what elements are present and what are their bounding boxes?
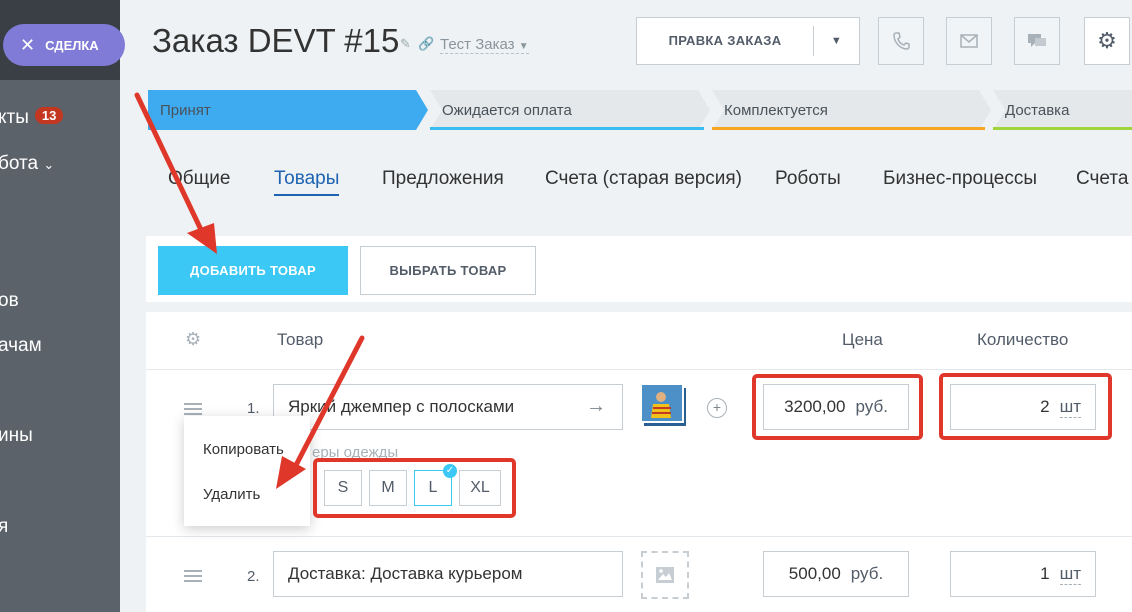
unit-selector[interactable]: шт xyxy=(1059,564,1081,585)
counter-badge: 13 xyxy=(34,107,64,124)
stage-accepted[interactable]: Принят xyxy=(148,90,211,130)
checkmark-icon: ✓ xyxy=(443,464,457,478)
add-product-button[interactable]: ДОБАВИТЬ ТОВАР xyxy=(158,246,348,295)
arrow-right-icon[interactable]: → xyxy=(586,395,606,418)
currency-label: руб. xyxy=(855,397,888,416)
product-name-text: Доставка: Доставка курьером xyxy=(288,564,523,583)
stage-shapes xyxy=(148,90,1132,130)
close-icon: ✕ xyxy=(20,34,36,55)
row-context-menu: Копировать Удалить xyxy=(184,416,310,526)
email-button[interactable] xyxy=(946,17,992,65)
subtitle-text: Тест Заказ xyxy=(440,36,515,53)
size-option-m[interactable]: M xyxy=(369,470,407,506)
tab-business-processes[interactable]: Бизнес-процессы xyxy=(883,168,1037,190)
dropdown-arrow-icon[interactable]: ▼ xyxy=(814,35,859,47)
image-placeholder[interactable] xyxy=(641,551,689,599)
tab-robots[interactable]: Роботы xyxy=(775,168,841,190)
quantity-input[interactable]: 1 шт xyxy=(950,551,1096,597)
sidebar-item-3[interactable]: ов xyxy=(0,290,19,312)
column-header-price[interactable]: Цена xyxy=(842,330,883,350)
gear-icon[interactable]: ⚙ xyxy=(185,329,201,350)
deal-button[interactable]: ✕ СДЕЛКА xyxy=(3,24,125,66)
tab-products[interactable]: Товары xyxy=(274,168,340,196)
chevron-down-icon: ⌄ xyxy=(43,157,55,172)
product-thumbnail[interactable] xyxy=(640,382,689,430)
sidebar-item-6[interactable]: я xyxy=(0,516,8,538)
edit-order-label: ПРАВКА ЗАКАЗА xyxy=(637,26,814,56)
tab-general[interactable]: Общие xyxy=(168,168,230,190)
sizes-label: еры одежды xyxy=(312,444,399,461)
row-number: 1. xyxy=(247,400,260,417)
row-number: 2. xyxy=(247,568,260,585)
settings-button[interactable]: ⚙ xyxy=(1084,17,1130,65)
phone-icon xyxy=(893,32,910,50)
price-input[interactable]: 3200,00 руб. xyxy=(763,384,909,430)
sidebar-item-label: кты xyxy=(0,107,29,128)
stage-awaiting-payment[interactable]: Ожидается оплата xyxy=(430,90,572,130)
edit-pencil-icon[interactable]: ✎ xyxy=(400,36,411,52)
status-pipeline: Принят Ожидается оплата Комплектуется До… xyxy=(148,90,1132,130)
tab-invoices[interactable]: Счета xyxy=(1076,168,1128,190)
product-photo-icon xyxy=(640,383,686,426)
menu-item-copy[interactable]: Копировать xyxy=(203,441,284,458)
gear-icon: ⚙ xyxy=(1097,28,1117,53)
chat-icon xyxy=(1028,34,1046,47)
sidebar-item-4[interactable]: ачам xyxy=(0,335,42,357)
sidebar-item-5[interactable]: ины xyxy=(0,425,33,447)
link-icon[interactable]: 🔗 xyxy=(418,36,434,52)
tab-offers[interactable]: Предложения xyxy=(382,168,504,190)
divider xyxy=(146,369,1132,370)
size-option-s[interactable]: S xyxy=(324,470,362,506)
tab-invoices-old[interactable]: Счета (старая версия) xyxy=(545,168,742,190)
envelope-icon xyxy=(960,34,978,48)
price-input[interactable]: 500,00 руб. xyxy=(763,551,909,597)
currency-label: руб. xyxy=(850,564,884,583)
sidebar-item-label: бота xyxy=(0,153,39,174)
size-option-l[interactable]: L ✓ xyxy=(414,464,457,506)
tab-bar: Общие Товары Предложения Счета (старая в… xyxy=(168,168,1132,202)
phone-button[interactable] xyxy=(878,17,924,65)
column-header-quantity[interactable]: Количество xyxy=(977,330,1068,350)
image-icon xyxy=(656,567,674,583)
stage-assembling[interactable]: Комплектуется xyxy=(712,90,828,130)
order-subtitle[interactable]: Тест Заказ ▼ xyxy=(440,36,529,54)
chat-button[interactable] xyxy=(1014,17,1060,65)
menu-item-delete[interactable]: Удалить xyxy=(203,486,260,503)
product-name-input[interactable]: Яркий джемпер с полосками → xyxy=(273,384,623,430)
size-option-xl[interactable]: XL xyxy=(459,470,501,506)
quantity-value: 2 xyxy=(1040,397,1050,416)
drag-handle-icon[interactable] xyxy=(184,403,202,415)
products-toolbar: ДОБАВИТЬ ТОВАР ВЫБРАТЬ ТОВАР xyxy=(146,236,1132,302)
left-sidebar: кты 13 бота ⌄ ов ачам ины я xyxy=(0,0,120,612)
select-product-button[interactable]: ВЫБРАТЬ ТОВАР xyxy=(360,246,536,295)
stage-delivery[interactable]: Доставка xyxy=(993,90,1069,130)
price-value: 500,00 xyxy=(788,564,841,583)
sidebar-item-work[interactable]: бота ⌄ xyxy=(0,153,54,175)
page-title: Заказ DEVT #15 xyxy=(152,22,400,59)
quantity-value: 1 xyxy=(1040,564,1050,583)
divider xyxy=(146,536,1132,537)
unit-selector[interactable]: шт xyxy=(1059,397,1081,418)
product-name-input[interactable]: Доставка: Доставка курьером xyxy=(273,551,623,597)
deal-button-label: СДЕЛКА xyxy=(45,37,99,53)
size-label: L xyxy=(428,479,438,496)
drag-handle-icon[interactable] xyxy=(184,570,202,582)
sidebar-item-contacts[interactable]: кты 13 xyxy=(0,107,64,129)
product-name-text: Яркий джемпер с полосками xyxy=(288,397,515,416)
add-variant-icon[interactable]: + xyxy=(707,398,727,418)
edit-order-button[interactable]: ПРАВКА ЗАКАЗА ▼ xyxy=(636,17,860,65)
quantity-input[interactable]: 2 шт xyxy=(950,384,1096,430)
caret-down-icon: ▼ xyxy=(518,41,529,52)
column-header-product[interactable]: Товар xyxy=(277,330,323,350)
price-value: 3200,00 xyxy=(784,397,846,416)
